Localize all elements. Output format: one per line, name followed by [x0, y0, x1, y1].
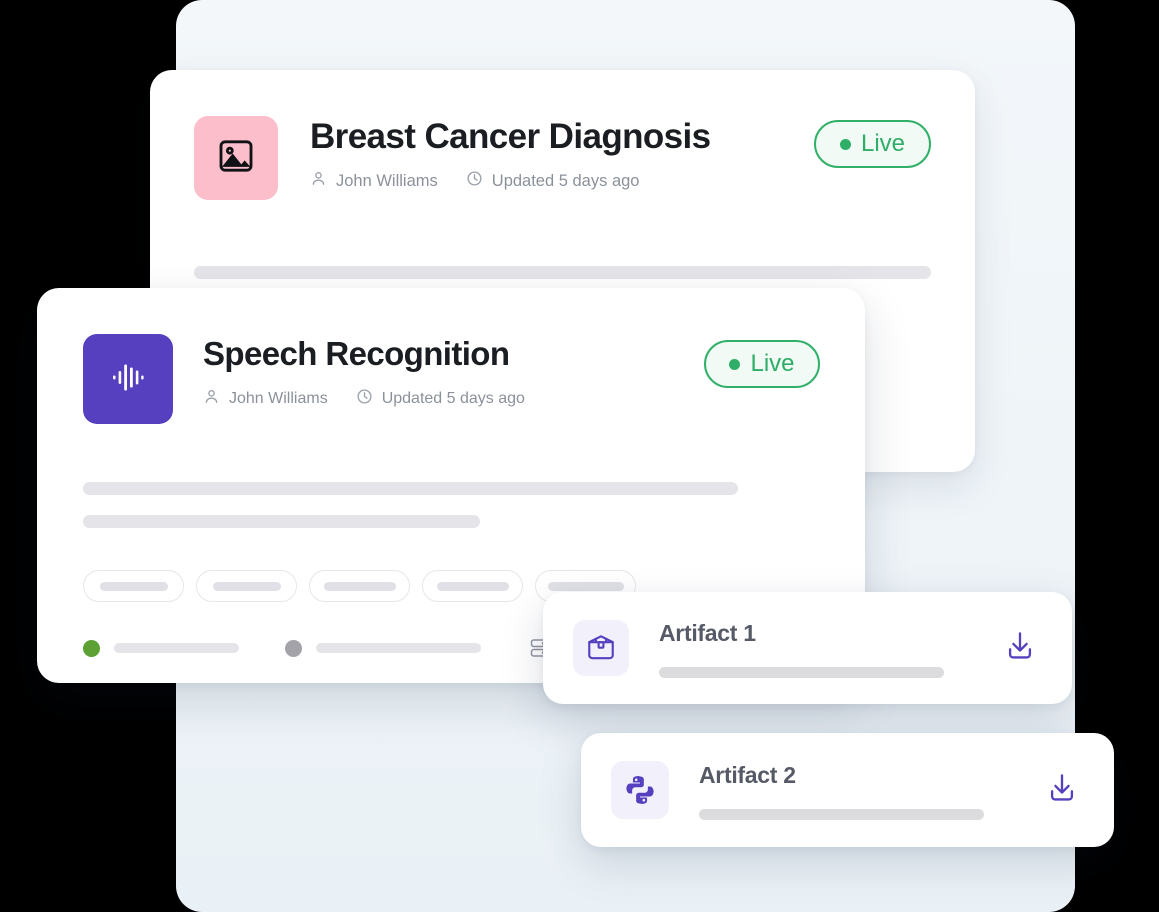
- download-icon: [1002, 628, 1038, 669]
- tag-pill[interactable]: [309, 570, 410, 602]
- status-badge-label: Live: [750, 350, 795, 377]
- card-meta-row: John Williams Updated 5 days ago: [310, 170, 814, 192]
- skeleton-line: [83, 515, 481, 528]
- updated-text: Updated 5 days ago: [491, 171, 640, 190]
- artifact-card-1[interactable]: Artifact 1: [543, 592, 1072, 704]
- author-name: John Williams: [229, 390, 328, 407]
- author-meta: John Williams: [203, 388, 328, 410]
- clock-icon: [356, 388, 373, 410]
- author-name: John Williams: [336, 171, 438, 190]
- page-title: Breast Cancer Diagnosis: [310, 117, 711, 156]
- artifact-body: Artifact 1: [659, 619, 996, 678]
- download-button[interactable]: [996, 624, 1044, 672]
- tag-pill-skeleton: [436, 581, 509, 591]
- project-thumbnail: [83, 334, 173, 424]
- status-dot: [729, 358, 741, 370]
- status-dot-gray: [285, 639, 302, 657]
- tag-pill[interactable]: [83, 570, 184, 602]
- tag-pill[interactable]: [422, 570, 523, 602]
- download-icon: [1044, 770, 1080, 811]
- artifact-title: Artifact 2: [699, 761, 796, 788]
- tag-pill-skeleton: [323, 581, 396, 591]
- card-header-text: Breast Cancer Diagnosis John Williams Up…: [310, 116, 814, 192]
- status-skeleton-line: [316, 643, 481, 653]
- card-header: Breast Cancer Diagnosis John Williams Up…: [150, 70, 975, 200]
- updated-text: Updated 5 days ago: [381, 390, 525, 407]
- card-header: Speech Recognition John Williams Updated…: [37, 288, 865, 424]
- tag-pill[interactable]: [196, 570, 297, 602]
- status-dot-green: [83, 639, 100, 657]
- tag-pill-skeleton: [547, 581, 624, 591]
- artifact-progress-skeleton: [659, 666, 944, 678]
- status-dot: [839, 138, 851, 150]
- tag-pill-skeleton: [99, 581, 168, 591]
- waveform-icon: [105, 354, 151, 405]
- user-icon: [203, 388, 220, 410]
- tag-pill-skeleton: [212, 581, 281, 591]
- screenshot-stage: Breast Cancer Diagnosis John Williams Up…: [0, 0, 1159, 912]
- status-skeleton-line: [114, 643, 239, 653]
- author-meta: John Williams: [310, 170, 438, 192]
- status-badge-label: Live: [860, 130, 906, 157]
- image-icon: [216, 136, 256, 181]
- artifact-card-2[interactable]: Artifact 2: [581, 733, 1114, 847]
- card-meta-row: John Williams Updated 5 days ago: [203, 388, 704, 410]
- card-header-text: Speech Recognition John Williams Updated…: [203, 334, 704, 410]
- artifact-row: Artifact 1: [543, 592, 1072, 704]
- skeleton-line: [83, 482, 739, 495]
- download-button[interactable]: [1038, 766, 1086, 814]
- page-title: Speech Recognition: [203, 335, 510, 372]
- artifact-progress-skeleton: [699, 808, 984, 820]
- user-icon: [310, 170, 327, 192]
- project-thumbnail: [194, 116, 278, 200]
- package-box-icon: [573, 620, 629, 676]
- artifact-row: Artifact 2: [581, 733, 1114, 847]
- artifact-body: Artifact 2: [699, 761, 1038, 820]
- python-icon: [611, 761, 669, 819]
- artifact-title: Artifact 1: [659, 619, 756, 646]
- status-badge[interactable]: Live: [704, 340, 820, 388]
- updated-meta: Updated 5 days ago: [466, 170, 640, 192]
- updated-meta: Updated 5 days ago: [356, 388, 525, 410]
- status-badge[interactable]: Live: [814, 120, 931, 168]
- card-skeleton-body: [37, 482, 865, 528]
- clock-icon: [466, 170, 483, 192]
- skeleton-line: [194, 266, 931, 279]
